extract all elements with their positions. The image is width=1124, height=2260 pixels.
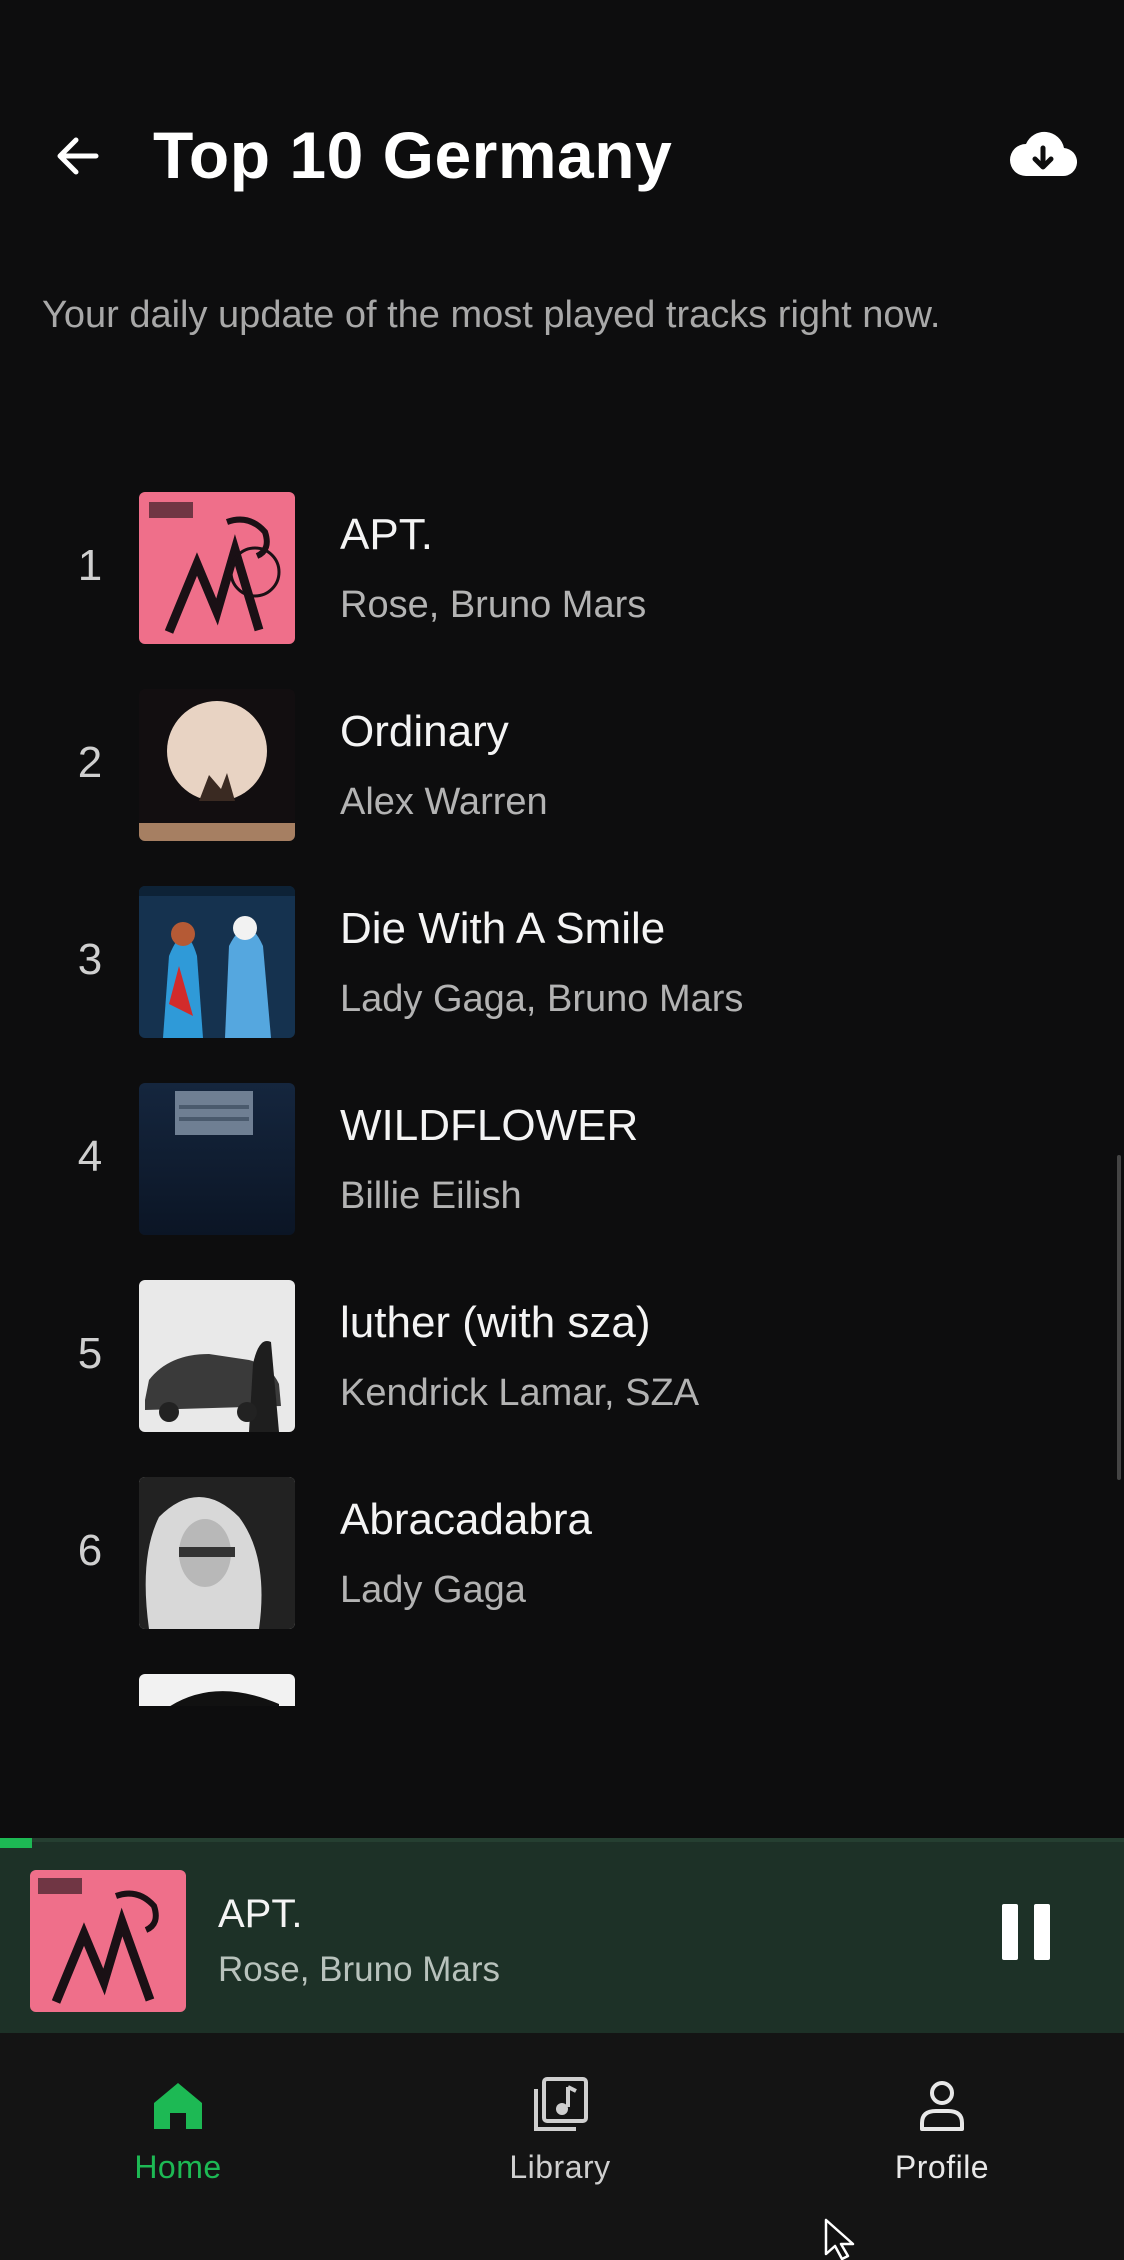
track-rank: 6 (77, 1526, 103, 1575)
track-rank: 4 (77, 1132, 103, 1181)
album-art (139, 1477, 295, 1629)
scrollbar[interactable] (1117, 1155, 1121, 1480)
track-title: luther (with sza) (340, 1298, 651, 1347)
track-title: Die With A Smile (340, 904, 666, 953)
nav-label-library: Library (509, 2149, 611, 2185)
album-art (139, 1083, 295, 1235)
track-rank: 1 (77, 541, 103, 590)
nav-item-profile[interactable]: Profile (832, 2073, 1052, 2186)
track-title: WILDFLOWER (340, 1101, 639, 1150)
track-row-2[interactable]: 2 Ordinary Alex Warren (0, 685, 1124, 882)
track-title: Ordinary (340, 707, 509, 756)
track-row-1[interactable]: 1 APT. Rose, Bruno Mars (0, 488, 1124, 685)
home-icon (154, 2083, 202, 2129)
track-artist: Lady Gaga (340, 1569, 526, 1611)
track-artist: Kendrick Lamar, SZA (340, 1372, 700, 1414)
track-rank: 5 (77, 1329, 103, 1378)
mini-player[interactable]: APT. Rose, Bruno Mars (0, 1838, 1124, 2033)
back-arrow-icon[interactable] (50, 128, 106, 184)
now-playing-album-art (30, 1870, 186, 2012)
track-row-4[interactable]: 4 WILDFLOWER Billie Eilish (0, 1079, 1124, 1276)
track-row-7-partial[interactable] (0, 1670, 1124, 1706)
album-art (139, 1280, 295, 1432)
album-art (139, 689, 295, 841)
nav-label-home: Home (134, 2149, 222, 2185)
track-rank: 3 (77, 935, 103, 984)
track-list: 1 APT. Rose, Bruno Mars 2 Ordinary Alex … (0, 488, 1124, 1706)
page-title: Top 10 Germany (153, 118, 673, 192)
nav-label-profile: Profile (894, 2149, 990, 2185)
track-row-3[interactable]: 3 Die With A Smile Lady Gaga, Bruno Mars (0, 882, 1124, 1079)
track-title: Abracadabra (340, 1495, 592, 1544)
album-art (139, 1674, 295, 1706)
playlist-description: Your daily update of the most played tra… (42, 294, 941, 336)
cloud-download-icon[interactable] (1008, 124, 1078, 186)
track-artist: Rose, Bruno Mars (340, 584, 647, 626)
track-artist: Lady Gaga, Bruno Mars (340, 978, 744, 1020)
header: Top 10 Germany (0, 110, 1124, 200)
album-art (139, 492, 295, 644)
track-row-5[interactable]: 5 luther (with sza) Kendrick Lamar, SZA (0, 1276, 1124, 1473)
bottom-navigation: Home Library Profile (0, 2033, 1124, 2260)
now-playing-artist: Rose, Bruno Mars (218, 1950, 501, 1989)
track-artist: Alex Warren (340, 781, 548, 823)
progress-track (0, 1838, 1124, 1842)
pause-icon[interactable] (1002, 1904, 1050, 1960)
nav-item-library[interactable]: Library (450, 2073, 670, 2186)
mouse-cursor-icon (824, 2218, 855, 2260)
library-icon (534, 2077, 588, 2131)
album-art (139, 886, 295, 1038)
track-rank: 2 (77, 738, 103, 787)
track-artist: Billie Eilish (340, 1175, 522, 1217)
nav-item-home[interactable]: Home (68, 2073, 288, 2186)
profile-icon (920, 2081, 964, 2131)
track-title: APT. (340, 510, 433, 559)
now-playing-title: APT. (218, 1892, 303, 1936)
progress-bar[interactable] (0, 1838, 32, 1848)
track-row-6[interactable]: 6 Abracadabra Lady Gaga (0, 1473, 1124, 1670)
